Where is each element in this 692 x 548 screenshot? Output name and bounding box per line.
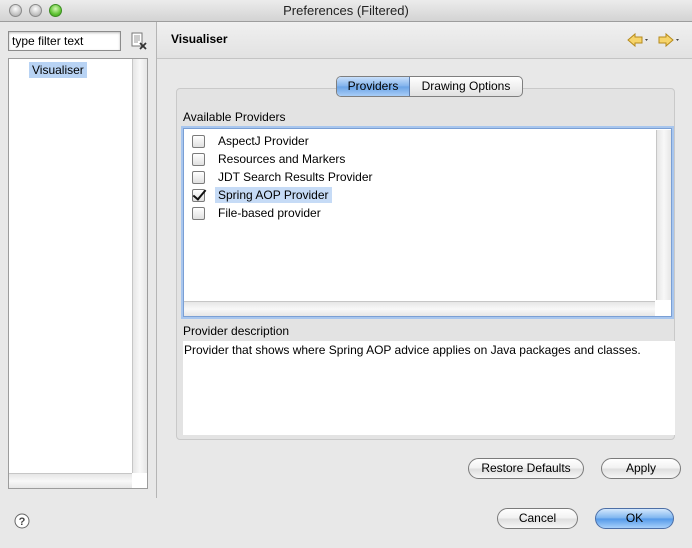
tree-item-visualiser[interactable]: Visualiser: [29, 62, 87, 78]
page-title: Visualiser: [171, 32, 228, 46]
apply-button[interactable]: Apply: [601, 458, 681, 479]
tab-bar: Providers Drawing Options: [336, 76, 523, 97]
preferences-window: Preferences (Filtered) Visualiser Visual…: [0, 0, 692, 548]
clear-filter-icon[interactable]: [130, 32, 148, 50]
preference-tree[interactable]: Visualiser: [8, 58, 148, 489]
providers-list[interactable]: AspectJ Provider Resources and Markers J…: [183, 128, 672, 317]
provider-checkbox-resources[interactable]: [192, 152, 205, 166]
list-item[interactable]: Spring AOP Provider: [192, 186, 332, 204]
provider-label: AspectJ Provider: [218, 134, 309, 148]
tree-horizontal-scrollbar[interactable]: [9, 473, 132, 488]
providers-vertical-scrollbar[interactable]: [656, 130, 671, 300]
provider-checkbox-spring-aop[interactable]: [192, 188, 205, 202]
pane-divider[interactable]: [156, 22, 157, 498]
filter-input[interactable]: [8, 31, 121, 51]
cancel-button[interactable]: Cancel: [497, 508, 578, 529]
provider-description-label: Provider description: [183, 324, 290, 338]
tree-vertical-scrollbar[interactable]: [132, 59, 147, 473]
provider-description-text: Provider that shows where Spring AOP adv…: [183, 341, 675, 435]
list-item[interactable]: Resources and Markers: [192, 150, 348, 168]
provider-checkbox-aspectj[interactable]: [192, 134, 205, 148]
list-item[interactable]: File-based provider: [192, 204, 324, 222]
page-header: Visualiser: [157, 22, 692, 59]
window-title: Preferences (Filtered): [283, 3, 409, 18]
tab-drawing-options[interactable]: Drawing Options: [410, 77, 522, 96]
restore-defaults-button[interactable]: Restore Defaults: [468, 458, 584, 479]
list-item[interactable]: JDT Search Results Provider: [192, 168, 376, 186]
provider-label: Spring AOP Provider: [215, 187, 332, 203]
provider-label: File-based provider: [218, 206, 321, 220]
providers-horizontal-scrollbar[interactable]: [184, 301, 655, 316]
tab-providers[interactable]: Providers: [337, 77, 410, 96]
back-arrow-icon[interactable]: [626, 31, 652, 49]
available-providers-label: Available Providers: [183, 110, 286, 124]
forward-arrow-icon[interactable]: [657, 31, 683, 49]
provider-checkbox-jdt-search[interactable]: [192, 170, 205, 184]
provider-label: Resources and Markers: [218, 152, 346, 166]
svg-text:?: ?: [19, 516, 26, 528]
title-bar[interactable]: Preferences (Filtered): [0, 0, 692, 22]
help-icon[interactable]: ?: [14, 513, 30, 529]
ok-button[interactable]: OK: [595, 508, 674, 529]
provider-label: JDT Search Results Provider: [218, 170, 373, 184]
provider-checkbox-file-based[interactable]: [192, 206, 205, 220]
list-item[interactable]: AspectJ Provider: [192, 132, 312, 150]
